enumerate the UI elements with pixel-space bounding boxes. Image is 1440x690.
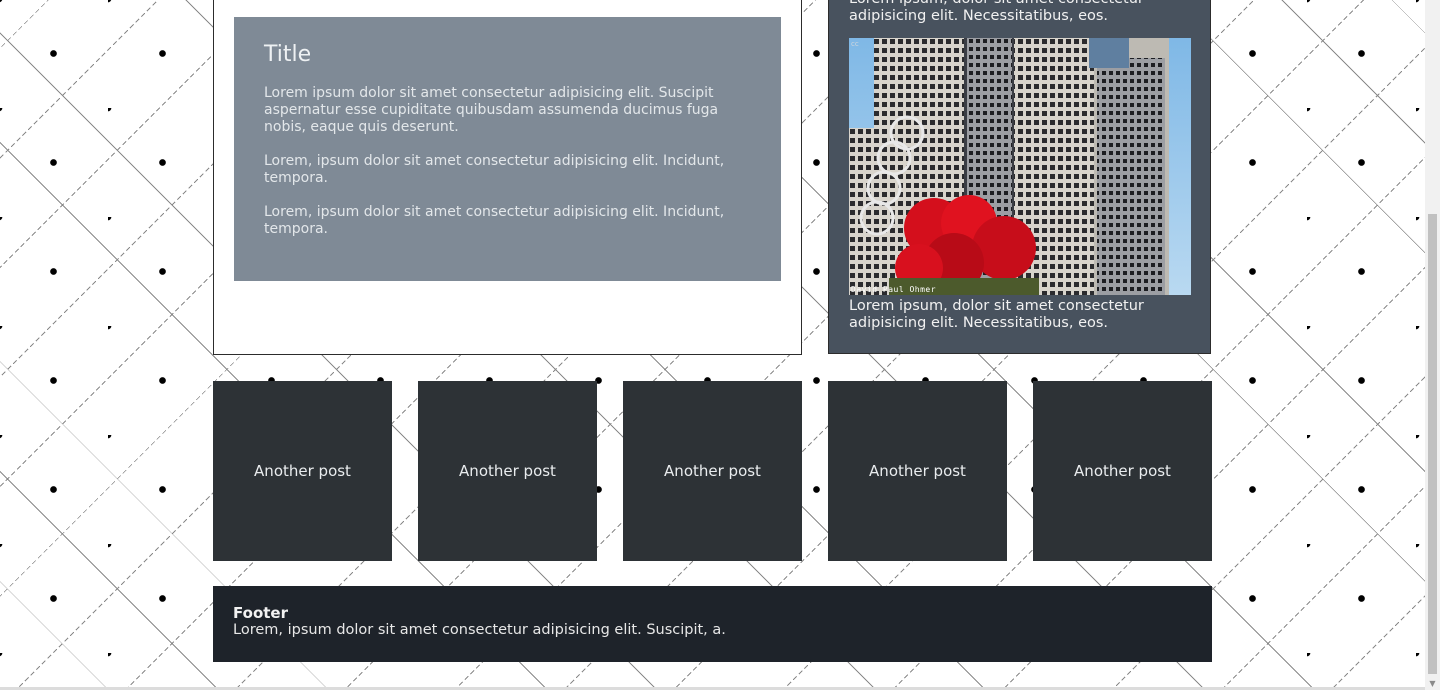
license-badge: cc <box>851 40 859 48</box>
post-card[interactable]: Another post <box>213 381 392 561</box>
footer: Footer Lorem, ipsum dolor sit amet conse… <box>213 586 1212 662</box>
sidebar-text-top: Lorem ipsum, dolor sit amet consectetur … <box>849 0 1144 24</box>
post-label: Another post <box>1074 462 1171 480</box>
scroll-down-arrow-icon[interactable]: ▼ <box>1428 680 1437 688</box>
sidebar-text-bottom: Lorem ipsum, dolor sit amet consectetur … <box>849 298 1144 331</box>
building-photo: cc David Paul Ohmer <box>849 38 1191 295</box>
vertical-scrollbar[interactable]: ▼ <box>1425 0 1440 690</box>
building-illustration <box>849 38 1191 295</box>
sidebar: Lorem ipsum, dolor sit amet consectetur … <box>828 0 1211 354</box>
post-card[interactable]: Another post <box>623 381 802 561</box>
panel-title: Title <box>264 42 312 67</box>
footer-title: Footer <box>233 604 288 622</box>
panel-paragraph-3: Lorem, ipsum dolor sit amet consectetur … <box>264 204 725 237</box>
post-label: Another post <box>459 462 556 480</box>
post-label: Another post <box>664 462 761 480</box>
post-label: Another post <box>254 462 351 480</box>
post-card[interactable]: Another post <box>418 381 597 561</box>
photo-credit: David Paul Ohmer <box>851 285 937 294</box>
panel-paragraph-1: Lorem ipsum dolor sit amet consectetur a… <box>264 85 719 135</box>
scrollbar-thumb[interactable] <box>1428 214 1437 674</box>
panel-paragraph-2: Lorem, ipsum dolor sit amet consectetur … <box>264 153 725 186</box>
post-label: Another post <box>869 462 966 480</box>
footer-text: Lorem, ipsum dolor sit amet consectetur … <box>233 622 726 638</box>
content-panel: Title Lorem ipsum dolor sit amet consect… <box>234 17 781 281</box>
main-article-card: Title Lorem ipsum dolor sit amet consect… <box>213 0 802 355</box>
post-card[interactable]: Another post <box>828 381 1007 561</box>
post-card[interactable]: Another post <box>1033 381 1212 561</box>
